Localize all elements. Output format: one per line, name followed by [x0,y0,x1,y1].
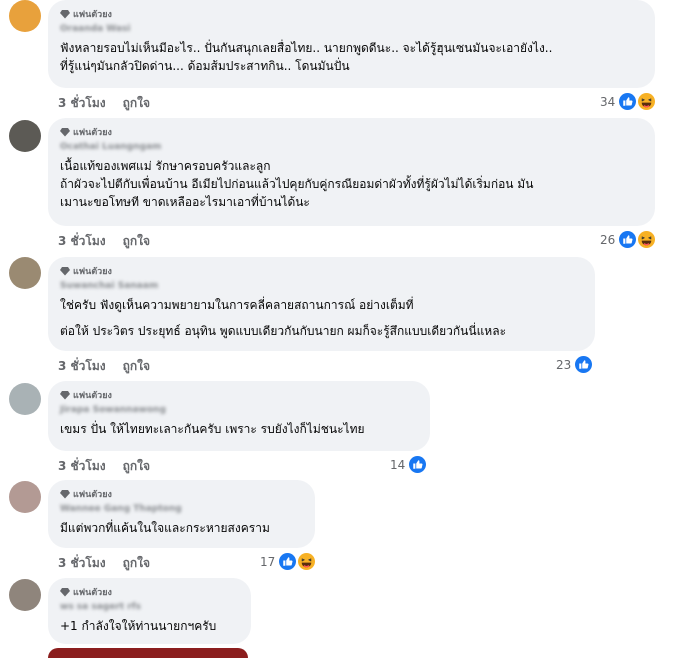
comment-line: +1 กำลังใจให้ท่านนายกฯครับ [60,619,217,633]
comment-bubble: แฟนตัวยง Ocathai Luangngam เนื้อแท้ของเพ… [48,118,655,226]
reactions-summary[interactable]: 34 [600,93,656,110]
like-icon [619,231,637,248]
reactions-summary[interactable]: 23 [556,356,593,373]
badge-label: แฟนตัวยง [73,391,112,401]
avatar[interactable] [9,120,41,152]
comment-bubble: แฟนตัวยง Suwanchai Sanaam ใช่ครับ ฟังดูเ… [48,257,595,351]
diamond-icon [60,267,70,276]
badge-label: แฟนตัวยง [73,490,112,500]
timestamp[interactable]: 3 ชั่วโมง [58,457,106,476]
haha-icon [298,553,316,570]
comment-bubble: แฟนตัวยง ws sa sagert rfs +1 กำลังใจให้ท… [48,578,251,644]
like-icon [575,356,593,373]
avatar[interactable] [9,481,41,513]
diamond-icon [60,10,70,19]
like-icon [279,553,297,570]
top-fan-badge: แฟนตัวยง [60,7,643,21]
comment-actions: 3 ชั่วโมง ถูกใจ [58,94,150,113]
comment-line: เนื้อแท้ของเพศแม่ รักษาครอบครัวและลูก [60,159,271,173]
comment-line: ฟังหลายรอบไม่เห็นมีอะไร.. ปั่นกันสนุกเลย… [60,41,553,55]
comment-bubble: แฟนตัวยง Oraanda Wasi ฟังหลายรอบไม่เห็นม… [48,0,655,88]
comment-text: ฟังหลายรอบไม่เห็นมีอะไร.. ปั่นกันสนุกเลย… [60,39,643,75]
haha-icon [638,231,656,248]
like-button[interactable]: ถูกใจ [123,357,150,376]
like-icon [619,93,637,110]
badge-label: แฟนตัวยง [73,267,112,277]
commenter-name[interactable]: Suwanchai Sanaam [60,281,583,292]
comment-line: ที่รู้แน่ๆมันกลัวปิดด่าน... ด้อมส้มประสา… [60,59,350,73]
diamond-icon [60,128,70,137]
reaction-count: 26 [600,232,616,247]
commenter-name[interactable]: Ocathai Luangngam [60,142,643,153]
comment-line: เมานะขอโทษที ขาดเหลืออะไรมาเอาที่บ้านได้… [60,195,310,209]
commenter-name[interactable]: ws sa sagert rfs [60,602,239,613]
comment-line: ถ้าผัวจะไปตีกับเพื่อนบ้าน อีเมียไปก่อนแล… [60,177,534,191]
badge-label: แฟนตัวยง [73,588,112,598]
badge-label: แฟนตัวยง [73,128,112,138]
next-comment-preview [48,648,248,658]
comment-text: เขมร ปั่น ให้ไทยทะเลาะกันครับ เพราะ รบยั… [60,420,418,438]
reactions-summary[interactable]: 14 [390,456,427,473]
timestamp[interactable]: 3 ชั่วโมง [58,357,106,376]
like-button[interactable]: ถูกใจ [123,554,150,573]
reaction-count: 17 [260,554,276,569]
badge-label: แฟนตัวยง [73,10,112,20]
reactions-summary[interactable]: 17 [260,553,316,570]
like-icon [409,456,427,473]
diamond-icon [60,588,70,597]
like-button[interactable]: ถูกใจ [123,232,150,251]
comment-bubble: แฟนตัวยง Jirapa Sowannawong เขมร ปั่น ให… [48,381,430,451]
commenter-name[interactable]: Wannee Gang Thaptong [60,504,303,515]
comment-line: มีแต่พวกที่แค้นในใจและกระหายสงคราม [60,521,270,535]
top-fan-badge: แฟนตัวยง [60,125,643,139]
like-button[interactable]: ถูกใจ [123,457,150,476]
top-fan-badge: แฟนตัวยง [60,388,418,402]
commenter-name[interactable]: Jirapa Sowannawong [60,405,418,416]
top-fan-badge: แฟนตัวยง [60,487,303,501]
avatar[interactable] [9,383,41,415]
diamond-icon [60,391,70,400]
comment-text: ใช่ครับ ฟังดูเห็นความพยายามในการคลี่คลาย… [60,296,583,340]
reactions-summary[interactable]: 26 [600,231,656,248]
comment-actions: 3 ชั่วโมง ถูกใจ [58,357,150,376]
timestamp[interactable]: 3 ชั่วโมง [58,554,106,573]
like-button[interactable]: ถูกใจ [123,94,150,113]
avatar[interactable] [9,579,41,611]
comment-line: ใช่ครับ ฟังดูเห็นความพยายามในการคลี่คลาย… [60,298,414,312]
haha-icon [638,93,656,110]
comment-bubble: แฟนตัวยง Wannee Gang Thaptong มีแต่พวกที… [48,480,315,548]
commenter-name[interactable]: Oraanda Wasi [60,24,643,35]
comment-line: ต่อให้ ประวิตร ประยุทธ์ อนุทิน พูดแบบเดี… [60,324,507,338]
reaction-count: 23 [556,357,572,372]
timestamp[interactable]: 3 ชั่วโมง [58,94,106,113]
avatar[interactable] [9,0,41,32]
comment-actions: 3 ชั่วโมง ถูกใจ [58,554,150,573]
comment-text: เนื้อแท้ของเพศแม่ รักษาครอบครัวและลูก ถ้… [60,157,643,211]
comment-line: เขมร ปั่น ให้ไทยทะเลาะกันครับ เพราะ รบยั… [60,422,365,436]
comment-actions: 3 ชั่วโมง ถูกใจ [58,457,150,476]
comment-text: +1 กำลังใจให้ท่านนายกฯครับ [60,617,239,635]
comment-actions: 3 ชั่วโมง ถูกใจ [58,232,150,251]
avatar[interactable] [9,257,41,289]
reaction-count: 14 [390,457,406,472]
timestamp[interactable]: 3 ชั่วโมง [58,232,106,251]
top-fan-badge: แฟนตัวยง [60,264,583,278]
reaction-count: 34 [600,94,616,109]
top-fan-badge: แฟนตัวยง [60,585,239,599]
diamond-icon [60,490,70,499]
comment-text: มีแต่พวกที่แค้นในใจและกระหายสงคราม [60,519,303,537]
